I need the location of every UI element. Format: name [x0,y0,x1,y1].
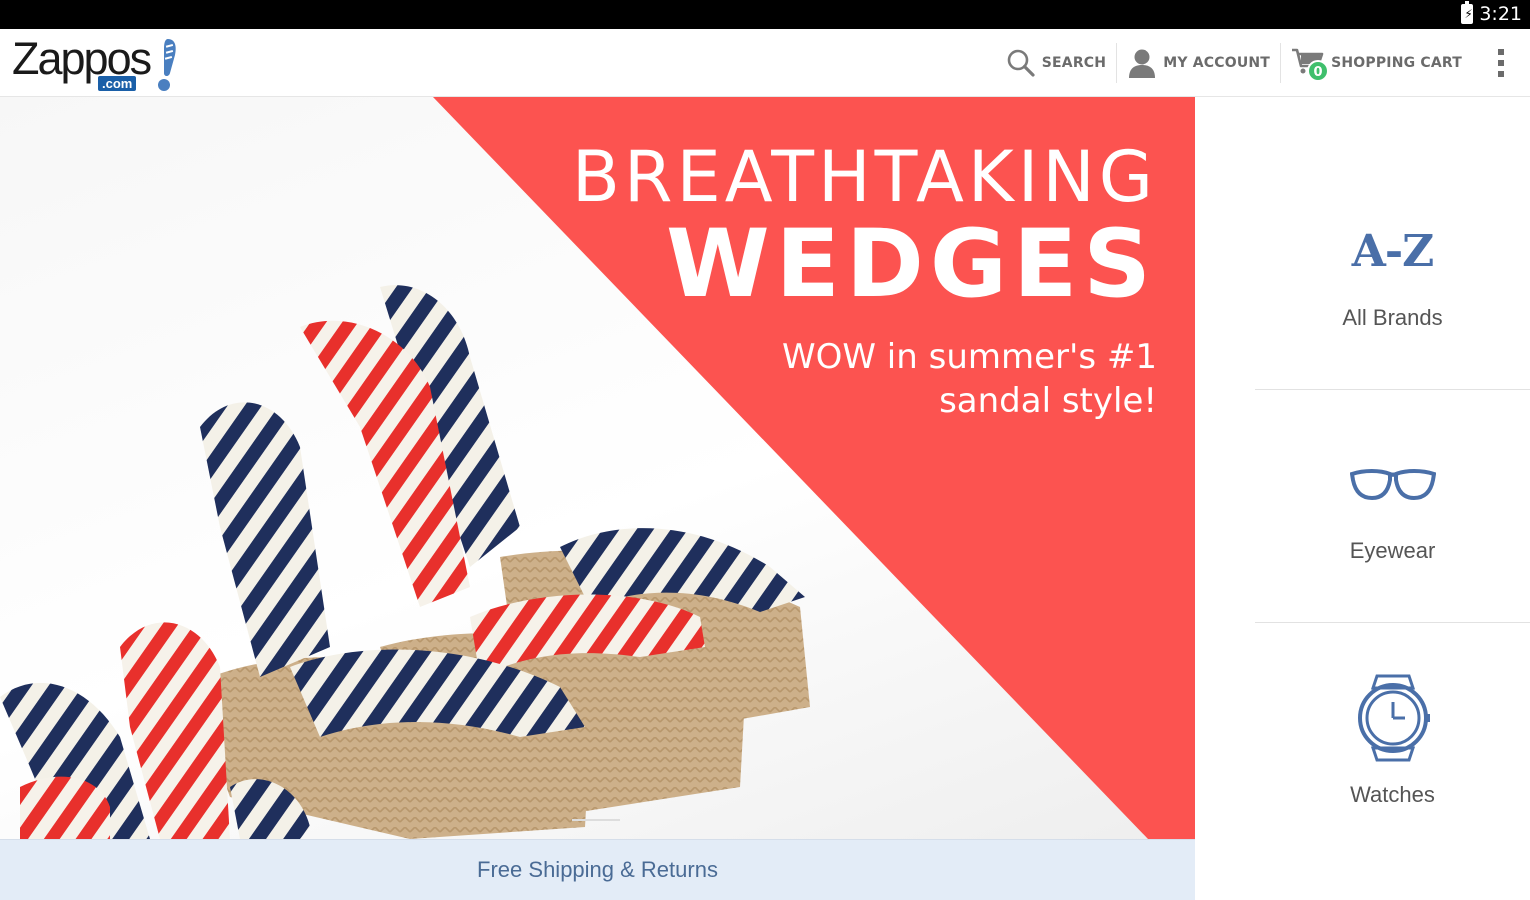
hero-title-line2: WEDGES [666,210,1157,319]
category-eyewear[interactable]: Eyewear [1255,390,1530,623]
category-all-brands[interactable]: A-Z All Brands [1255,157,1530,390]
a-z-icon-text: A-Z [1351,226,1435,277]
status-right: ⚡ 3:21 [1461,1,1522,25]
a-z-icon: A-Z [1351,217,1435,287]
user-icon [1129,49,1156,78]
hero-text-block: BREATHTAKING WEDGES WOW in summer's #1 s… [572,137,1157,423]
my-account-label: MY ACCOUNT [1163,55,1271,71]
more-vert-icon [1498,49,1504,77]
hero-subtitle-line2: sandal style! [939,381,1157,421]
free-shipping-text: Free Shipping & Returns [477,857,718,882]
search-button[interactable]: SEARCH [996,41,1116,85]
status-bar: ⚡ 3:21 [0,0,1530,29]
status-time: 3:21 [1479,3,1522,25]
shopping-cart-button[interactable]: 0 SHOPPING CART [1281,41,1472,85]
free-shipping-banner[interactable]: Free Shipping & Returns [0,839,1195,900]
carousel-indicator[interactable] [572,819,620,821]
search-icon [1007,49,1035,77]
cart-icon-wrap: 0 [1291,46,1330,82]
footprint-logo-icon [158,39,176,91]
zappos-logo[interactable]: Zappos .com [12,33,182,95]
hero-subtitle-line1: WOW in summer's #1 [782,337,1157,377]
category-label: All Brands [1342,304,1443,330]
category-watches[interactable]: Watches [1255,623,1530,856]
logo-com-badge: .com [98,76,137,91]
battery-charging-icon: ⚡ [1461,1,1474,24]
shopping-cart-label: SHOPPING CART [1331,55,1462,71]
header-actions: SEARCH MY ACCOUNT 0 SHOPPING CART [996,29,1530,97]
category-label: Watches [1350,781,1435,807]
cart-count-badge: 0 [1307,60,1330,82]
hero-title-line1: BREATHTAKING [571,136,1157,218]
app-header: Zappos .com SEARCH MY ACCOUNT 0 SHOPPING… [0,29,1530,97]
my-account-button[interactable]: MY ACCOUNT [1117,41,1280,85]
category-label: Eyewear [1349,537,1436,563]
watch-icon [1355,672,1431,764]
eyeglasses-icon [1349,450,1436,520]
search-label: SEARCH [1041,55,1107,71]
overflow-menu-button[interactable] [1472,41,1530,85]
category-sidebar: A-Z All Brands Eyewear Watches [1195,97,1530,900]
hero-banner[interactable]: BREATHTAKING WEDGES WOW in summer's #1 s… [0,97,1195,839]
